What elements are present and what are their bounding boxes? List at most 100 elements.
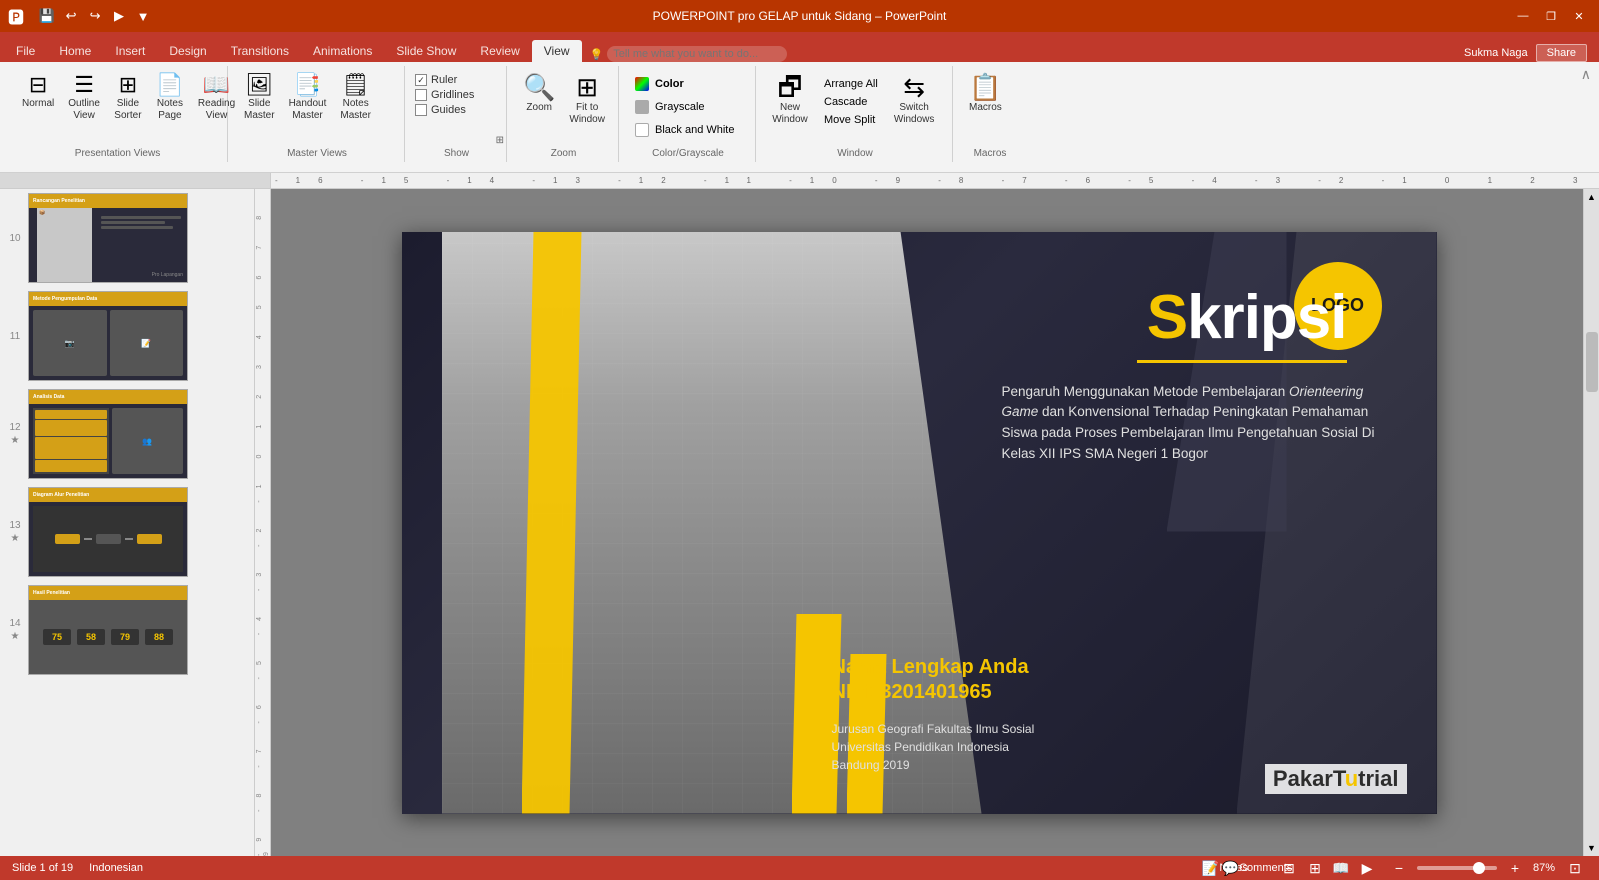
guides-checkbox-box bbox=[415, 104, 427, 116]
ruler-checkbox[interactable]: Ruler bbox=[415, 74, 474, 86]
slide-num-10: 10 bbox=[8, 233, 22, 244]
name-box: Nama Lengkap Anda NIM: 3201401965 bbox=[832, 656, 1382, 704]
macros-button[interactable]: 📋 Macros bbox=[963, 70, 1008, 118]
slide-sorter-icon: ⊞ bbox=[119, 74, 137, 96]
notes-page-icon: 📄 bbox=[156, 74, 183, 96]
tab-view[interactable]: View bbox=[532, 40, 582, 62]
macros-icon: 📋 bbox=[969, 74, 1001, 100]
slide-item-14[interactable]: 14 ★ Hasil Penelitian 75 58 bbox=[0, 581, 254, 679]
slide-item-13[interactable]: 13 ★ Diagram Alur Penelitian bbox=[0, 483, 254, 581]
ribbon-tabs: File Home Insert Design Transitions Anim… bbox=[0, 32, 1599, 62]
ruler-marks: -16 -15 -14 -13 -12 -11 -10 -9 -8 -7 -6 … bbox=[275, 176, 1599, 185]
switch-windows-button[interactable]: ⇆ SwitchWindows bbox=[888, 70, 941, 130]
presentation-views-group: ⊟ Normal ☰ OutlineView ⊞ SlideSorter 📄 N… bbox=[8, 66, 228, 162]
master-views-group: 🖼 SlideMaster 📑 HandoutMaster 🗒 NotesMas… bbox=[230, 66, 405, 162]
slide-item-11[interactable]: 11 Metode Pengumpulan Data 📷 📝 bbox=[0, 287, 254, 385]
notes-master-button[interactable]: 🗒 NotesMaster bbox=[334, 70, 377, 126]
tab-animations[interactable]: Animations bbox=[301, 40, 384, 62]
switch-windows-icon: ⇆ bbox=[903, 74, 925, 100]
fit-to-window-button[interactable]: ⊞ Fit toWindow bbox=[563, 70, 611, 130]
scroll-up-button[interactable]: ▲ bbox=[1584, 189, 1599, 205]
share-button[interactable]: Share bbox=[1536, 44, 1587, 62]
comments-button[interactable]: 💬 Comments bbox=[1245, 858, 1269, 878]
close-button[interactable]: ✕ bbox=[1567, 6, 1591, 26]
slide-num-13: 13 ★ bbox=[8, 520, 22, 544]
minimize-button[interactable]: — bbox=[1511, 6, 1535, 26]
slide-item-12[interactable]: 12 ★ Analisis Data 👥 bbox=[0, 385, 254, 483]
window-group: 🗗 NewWindow Arrange All Cascade Move Spl… bbox=[758, 66, 953, 162]
save-button[interactable]: 💾 bbox=[36, 5, 58, 27]
new-window-button[interactable]: 🗗 NewWindow bbox=[766, 70, 814, 130]
handout-master-button[interactable]: 📑 HandoutMaster bbox=[283, 70, 333, 126]
slide-sorter-button[interactable]: ⊞ SlideSorter bbox=[108, 70, 148, 126]
status-right: 📝 Notes 💬 Comments ⊟ ⊞ 📖 ▶ − + 87% ⊡ bbox=[1213, 858, 1587, 878]
scroll-down-button[interactable]: ▼ bbox=[1584, 840, 1599, 856]
tab-file[interactable]: File bbox=[4, 40, 47, 62]
quick-access-toolbar: 💾 ↩ ↪ ▶ ▼ bbox=[36, 5, 154, 27]
main-layout: 10 Rancangan Penelitian 📦 Pro Lapanga bbox=[0, 189, 1599, 856]
zoom-out-button[interactable]: − bbox=[1387, 858, 1411, 878]
zoom-slider-thumb bbox=[1473, 862, 1485, 874]
zoom-in-button[interactable]: + bbox=[1503, 858, 1527, 878]
scroll-thumb[interactable] bbox=[1586, 332, 1598, 392]
outline-view-button[interactable]: ☰ OutlineView bbox=[62, 70, 106, 126]
reading-view-icon: 📖 bbox=[203, 74, 230, 96]
grayscale-option[interactable]: Grayscale bbox=[629, 97, 740, 117]
arrange-all-button[interactable]: Arrange All bbox=[818, 76, 884, 92]
customize-qa-button[interactable]: ▼ bbox=[132, 5, 154, 27]
notes-icon: 📝 bbox=[1202, 860, 1219, 877]
fit-to-window-icon: ⊞ bbox=[576, 74, 598, 100]
ruler-corner bbox=[0, 173, 271, 188]
zoom-control: − + 87% bbox=[1387, 858, 1555, 878]
guides-checkbox[interactable]: Guides bbox=[415, 104, 474, 116]
normal-view-button[interactable]: ⊟ Normal bbox=[16, 70, 60, 114]
zoom-button[interactable]: 🔍 Zoom bbox=[517, 70, 561, 118]
tab-insert[interactable]: Insert bbox=[103, 40, 157, 62]
cascade-button[interactable]: Cascade bbox=[818, 94, 884, 110]
notes-page-button[interactable]: 📄 NotesPage bbox=[150, 70, 190, 126]
comments-icon: 💬 bbox=[1222, 860, 1239, 877]
slideshow-status-button[interactable]: ▶ bbox=[1355, 858, 1379, 878]
color-dot-icon bbox=[635, 77, 649, 91]
vertical-ruler: -9 -8 -7 -6 -5 -4 -3 -2 -1 0 1 2 3 4 5 6… bbox=[255, 189, 271, 856]
zoom-slider[interactable] bbox=[1417, 866, 1497, 870]
color-option[interactable]: Color bbox=[629, 74, 740, 94]
restore-button[interactable]: ❐ bbox=[1539, 6, 1563, 26]
show-expand-button[interactable]: ⊞ bbox=[496, 135, 504, 146]
move-split-button[interactable]: Move Split bbox=[818, 112, 884, 128]
slide-thumb-12: Analisis Data 👥 bbox=[28, 389, 188, 479]
slide-title: Skripsi bbox=[1147, 282, 1347, 353]
slide-thumb-13: Diagram Alur Penelitian bbox=[28, 487, 188, 577]
gridlines-checkbox[interactable]: Gridlines bbox=[415, 89, 474, 101]
slide-master-button[interactable]: 🖼 SlideMaster bbox=[238, 70, 281, 126]
macros-group: 📋 Macros Macros bbox=[955, 66, 1025, 162]
slide-num-11: 11 bbox=[8, 331, 22, 342]
tell-me-input[interactable] bbox=[607, 46, 787, 62]
canvas-area: -9 -8 -7 -6 -5 -4 -3 -2 -1 0 1 2 3 4 5 6… bbox=[255, 189, 1599, 856]
ribbon-collapse-button[interactable]: ∧ bbox=[1581, 66, 1591, 83]
start-presentation-button[interactable]: ▶ bbox=[108, 5, 130, 27]
brand-watermark: PakarTutrial bbox=[1265, 764, 1407, 794]
grayscale-dot-icon bbox=[635, 100, 649, 114]
slide-canvas[interactable]: LOGO Skripsi Pengaruh Menggunakan Metode… bbox=[402, 232, 1437, 814]
tab-home[interactable]: Home bbox=[47, 40, 103, 62]
tab-transitions[interactable]: Transitions bbox=[219, 40, 301, 62]
outline-view-icon: ☰ bbox=[74, 74, 94, 96]
black-white-option[interactable]: Black and White bbox=[629, 120, 740, 140]
color-grayscale-group: Color Grayscale Black and White Color/Gr… bbox=[621, 66, 756, 162]
reading-view-status-button[interactable]: 📖 bbox=[1329, 858, 1353, 878]
tab-design[interactable]: Design bbox=[157, 40, 218, 62]
tab-slideshow[interactable]: Slide Show bbox=[384, 40, 468, 62]
slide-sorter-status-button[interactable]: ⊞ bbox=[1303, 858, 1327, 878]
normal-view-status-button[interactable]: ⊟ bbox=[1277, 858, 1301, 878]
undo-button[interactable]: ↩ bbox=[60, 5, 82, 27]
slide-item-10[interactable]: 10 Rancangan Penelitian 📦 Pro Lapanga bbox=[0, 189, 254, 287]
slide-thumb-10: Rancangan Penelitian 📦 Pro Lapangan bbox=[28, 193, 188, 283]
tab-review[interactable]: Review bbox=[468, 40, 531, 62]
slide-thumb-11: Metode Pengumpulan Data 📷 📝 bbox=[28, 291, 188, 381]
redo-button[interactable]: ↪ bbox=[84, 5, 106, 27]
fit-slide-button[interactable]: ⊡ bbox=[1563, 858, 1587, 878]
vertical-scrollbar[interactable]: ▲ ▼ bbox=[1583, 189, 1599, 856]
star-mark-13: ★ bbox=[11, 533, 20, 544]
bw-dot-icon bbox=[635, 123, 649, 137]
